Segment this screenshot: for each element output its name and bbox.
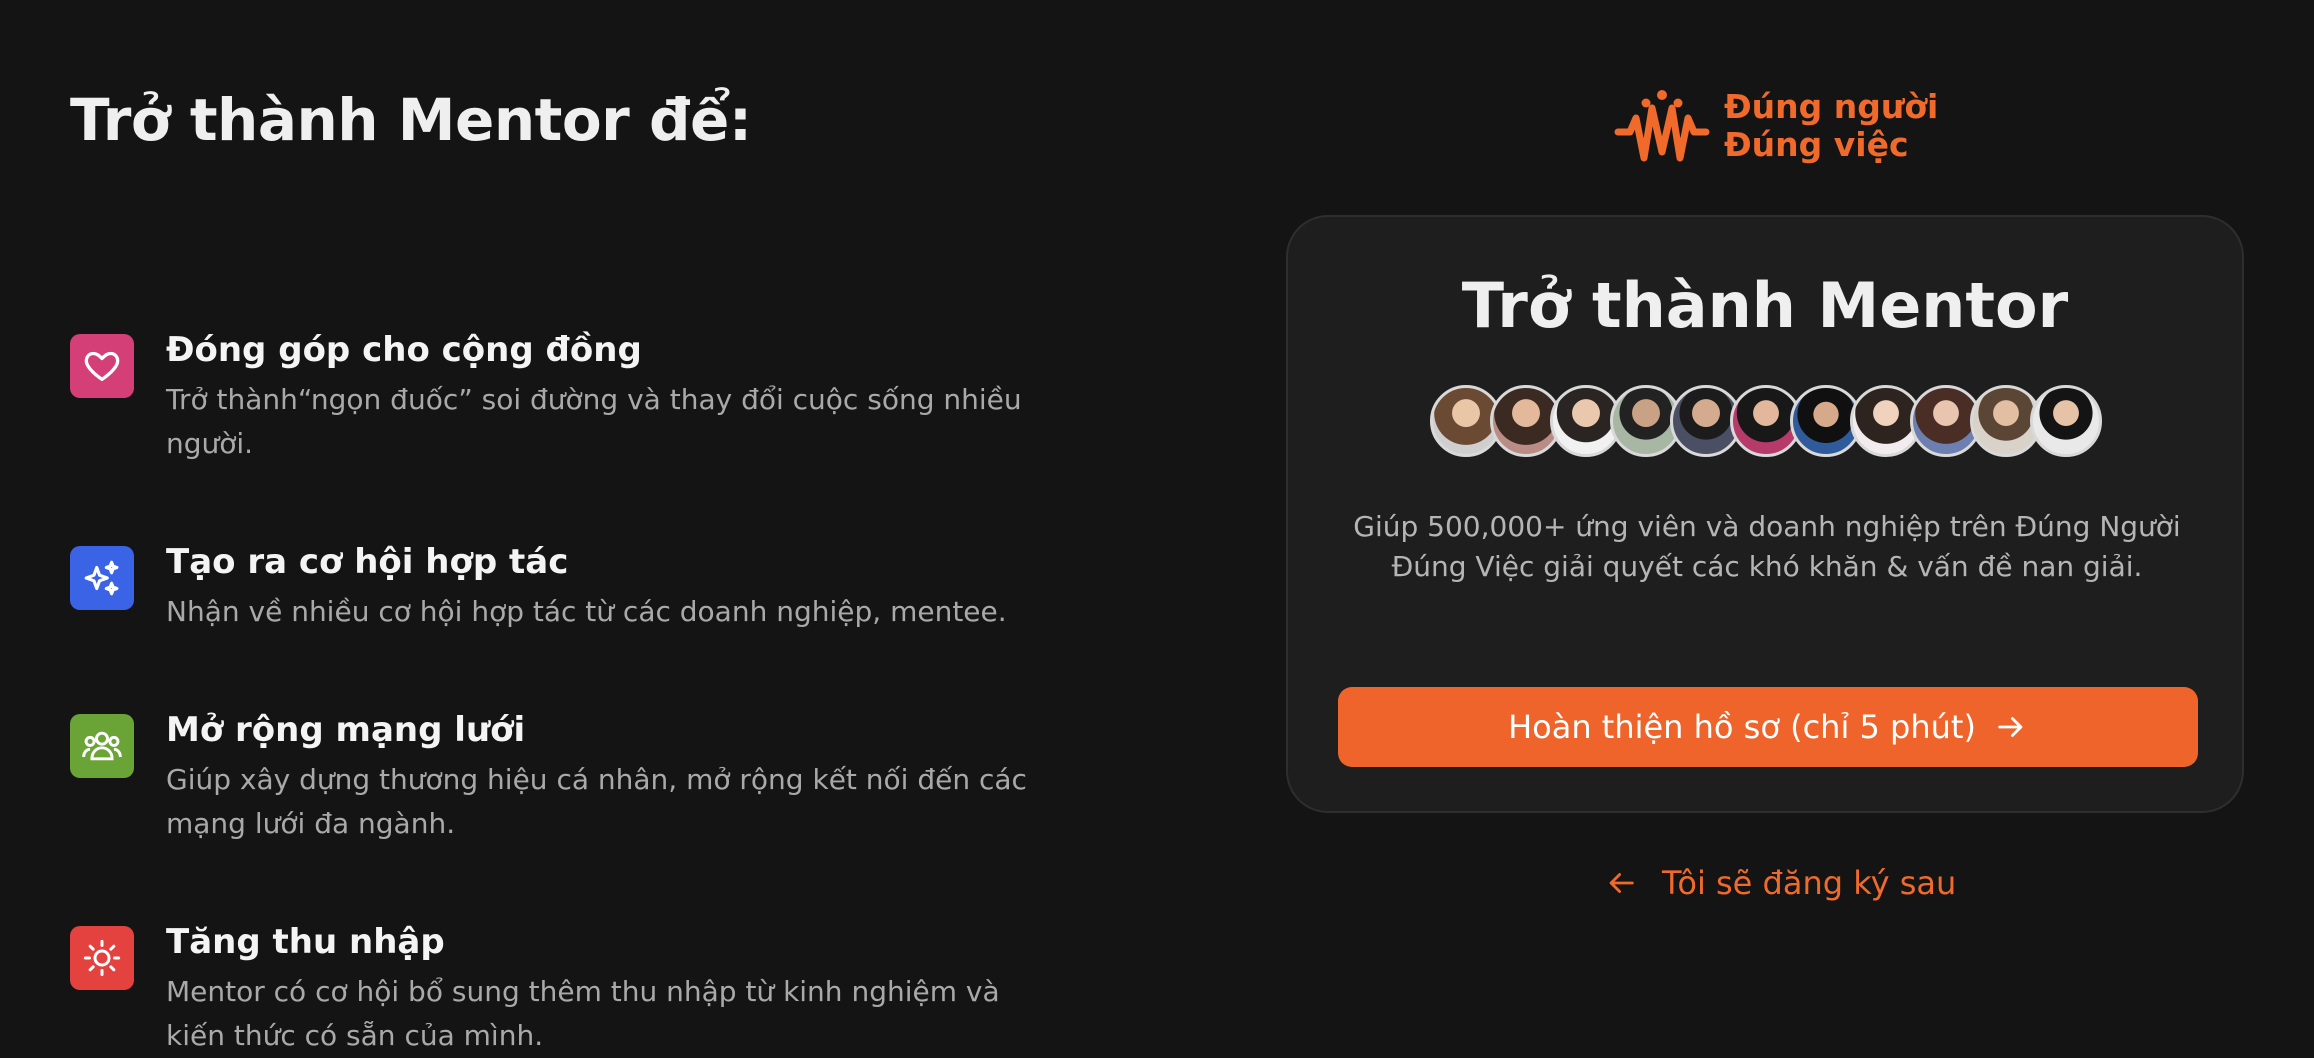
page-title: Trở thành Mentor để:	[70, 86, 752, 154]
brand-logo: Đúng người Đúng việc	[1614, 88, 1938, 164]
benefit-title: Đóng góp cho cộng đồng	[166, 330, 642, 370]
benefit-item-collaboration: Tạo ra cơ hội hợp tác Nhận về nhiều cơ h…	[70, 542, 1046, 634]
benefit-description: Nhận về nhiều cơ hội hợp tác từ các doan…	[166, 595, 1007, 628]
mentor-card: Trở thành Mentor Giúp 500,000+ ứng viên …	[1286, 215, 2244, 813]
arrow-right-icon	[1994, 710, 2028, 744]
card-description: Giúp 500,000+ ứng viên và doanh nghiệp t…	[1353, 510, 2181, 583]
benefit-description: Mentor có cơ hội bổ sung thêm thu nhập t…	[166, 975, 1000, 1052]
card-title: Trở thành Mentor	[1461, 269, 2069, 342]
avatar	[2030, 385, 2102, 457]
arrow-left-icon	[1604, 866, 1638, 900]
benefit-description: Trở thành“ngọn đuốc” soi đường và thay đ…	[166, 383, 1022, 460]
sparkles-icon	[70, 546, 134, 610]
complete-profile-button[interactable]: Hoàn thiện hồ sơ (chỉ 5 phút)	[1338, 687, 2198, 767]
brand-line-2: Đúng việc	[1724, 125, 1909, 164]
benefit-title: Tăng thu nhập	[166, 922, 445, 962]
register-later-link[interactable]: Tôi sẽ đăng ký sau	[1604, 864, 1956, 902]
benefit-item-income: Tăng thu nhập Mentor có cơ hội bổ sung t…	[70, 922, 1046, 1058]
avatar-group	[1430, 385, 2102, 457]
sun-icon	[70, 926, 134, 990]
benefit-title: Tạo ra cơ hội hợp tác	[166, 542, 569, 582]
register-later-label: Tôi sẽ đăng ký sau	[1662, 864, 1957, 902]
heart-icon	[70, 334, 134, 398]
benefit-item-community: Đóng góp cho cộng đồng Trở thành“ngọn đu…	[70, 330, 1046, 466]
benefit-title: Mở rộng mạng lưới	[166, 710, 526, 750]
benefit-description: Giúp xây dựng thương hiệu cá nhân, mở rộ…	[166, 763, 1027, 840]
benefits-panel: Trở thành Mentor để: Đóng góp cho cộng đ…	[70, 86, 1050, 1052]
brand-mark-icon	[1614, 90, 1710, 162]
benefit-item-network: Mở rộng mạng lưới Giúp xây dựng thương h…	[70, 710, 1046, 846]
complete-profile-label: Hoàn thiện hồ sơ (chỉ 5 phút)	[1508, 708, 1976, 746]
brand-line-1: Đúng người	[1724, 87, 1939, 126]
group-icon	[70, 714, 134, 778]
